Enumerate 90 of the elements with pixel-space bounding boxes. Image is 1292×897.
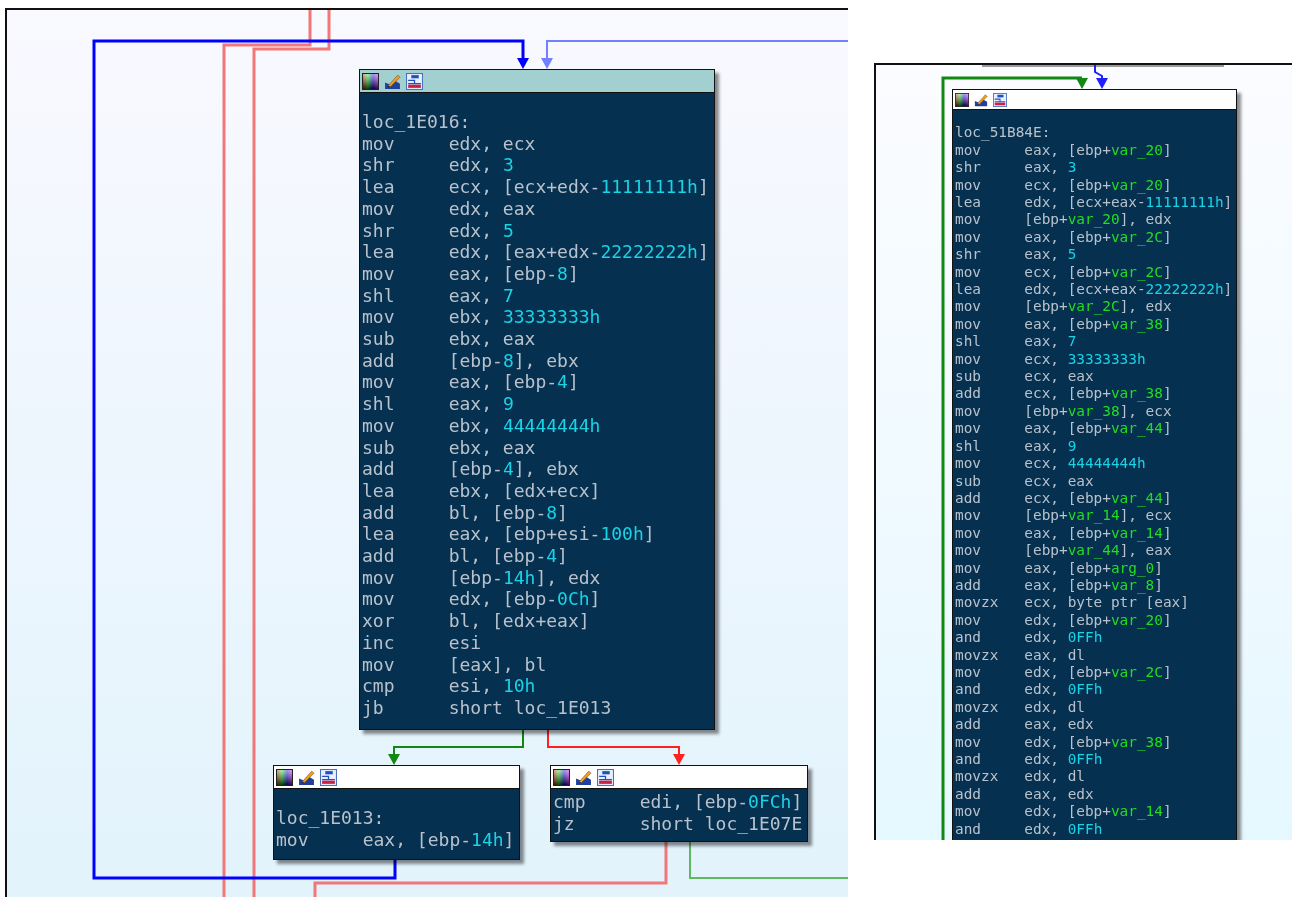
code-line: mov [ebp+var_38], ecx xyxy=(955,402,1172,421)
code-line: xor bl, [edx+eax] xyxy=(362,610,590,632)
code-line: mov ecx, 33333333h xyxy=(955,350,1146,369)
code-line: lea edx, [eax+edx-22222222h] xyxy=(362,241,709,263)
code-line: shl eax, 9 xyxy=(955,437,1077,456)
code-line: add ecx, [ebp+var_38] xyxy=(955,385,1172,403)
code-line: sub ebx, eax xyxy=(362,436,536,459)
code-block[interactable]: cmp edi, [ebp-0FCh] jz short loc_1E07E xyxy=(550,765,808,842)
code-line: mov ecx, [ebp+var_20] xyxy=(955,176,1172,194)
code-line: shl eax, 7 xyxy=(362,284,514,307)
code-line: shr eax, 3 xyxy=(955,159,1077,177)
edge-arrow xyxy=(1094,65,1108,89)
gradient-square-icon[interactable] xyxy=(276,768,293,786)
code-line: mov edx, eax xyxy=(362,197,536,220)
flowchart-icon[interactable] xyxy=(320,768,337,786)
code-line: mov [ebp+var_14], ecx xyxy=(955,507,1172,525)
code-line: lea ecx, [ecx+edx-11111111h] xyxy=(362,176,709,198)
code-line: mov eax, [ebp-8] xyxy=(362,262,579,285)
code-line: shr edx, 5 xyxy=(362,219,514,242)
code-line: shl eax, 9 xyxy=(362,393,514,415)
gradient-square-icon[interactable] xyxy=(362,72,379,90)
pencil-icon[interactable] xyxy=(575,768,592,786)
code-line: jz short loc_1E07E xyxy=(553,812,803,835)
code-line: sub ecx, eax xyxy=(955,368,1094,386)
code-label: loc_51B84E: xyxy=(955,124,1051,142)
code-label: loc_1E013: xyxy=(276,807,385,829)
code-line: add ecx, [ebp+var_44] xyxy=(955,489,1172,508)
code-line: mov edx, [ebp+var_38] xyxy=(955,733,1172,751)
code-line: lea ebx, [edx+ecx] xyxy=(362,479,601,502)
code-line: jb short loc_1E013 xyxy=(362,697,612,719)
code-line: mov edx, [ebp-0Ch] xyxy=(362,588,601,611)
pencil-icon[interactable] xyxy=(298,768,315,786)
code-line: cmp esi, 10h xyxy=(362,675,536,697)
code-line: movzx edx, dl xyxy=(955,698,1085,717)
code-line: and edx, 0FFh xyxy=(955,751,1103,769)
code-line: movzx eax, dl xyxy=(955,646,1085,664)
code-line: movzx ecx, byte ptr [eax] xyxy=(955,594,1189,612)
gradient-square-icon[interactable] xyxy=(553,768,570,786)
code-line: mov eax, [ebp+arg_0] xyxy=(955,559,1163,577)
code-line: mov eax, [ebp+var_20] xyxy=(955,141,1172,160)
code-line: and edx, 0FFh xyxy=(955,681,1103,699)
code-line: mov eax, [ebp+var_38] xyxy=(955,315,1172,334)
code-line: mov [eax], bl xyxy=(362,653,547,676)
code-line: mov [ebp-14h], edx xyxy=(362,566,601,589)
code-line: add bl, [ebp-4] xyxy=(362,545,568,567)
code-line: mov [ebp+var_20], edx xyxy=(955,211,1172,229)
code-block[interactable]: loc_1E013: mov eax, [ebp-14h] xyxy=(273,765,520,860)
code-line: add eax, [ebp+var_8] xyxy=(955,576,1163,595)
code-line: mov eax, [ebp-4] xyxy=(362,371,579,394)
code-line: mov edx, ecx xyxy=(362,132,536,155)
code-line: mov edx, [ebp+var_2C] xyxy=(955,664,1172,682)
code-line: mov eax, [ebp+var_2C] xyxy=(955,228,1172,247)
code-line: mov ebx, 44444444h xyxy=(362,414,601,437)
code-block[interactable] xyxy=(359,69,715,730)
code-line: add [ebp-4], ebx xyxy=(362,458,579,480)
code-line: add eax, edx xyxy=(955,785,1094,804)
code-line: lea edx, [ecx+eax-22222222h] xyxy=(955,281,1233,299)
code-line: shr edx, 3 xyxy=(362,154,514,177)
code-line: shl eax, 7 xyxy=(955,333,1077,351)
code-line: lea edx, [ecx+eax-11111111h] xyxy=(955,194,1233,212)
code-line: movzx edx, dl xyxy=(955,768,1085,786)
code-line: mov [ebp+var_44], eax xyxy=(955,542,1172,560)
code-line: sub ecx, eax xyxy=(955,472,1094,490)
pencil-icon[interactable] xyxy=(384,72,401,90)
code-line: and edx, 0FFh xyxy=(955,820,1103,839)
flowchart-icon[interactable] xyxy=(993,92,1007,107)
code-line: add bl, [ebp-8] xyxy=(362,501,568,524)
flowchart-icon[interactable] xyxy=(406,72,423,90)
code-line: cmp edi, [ebp-0FCh] xyxy=(553,791,803,813)
code-line: mov eax, [ebp-14h] xyxy=(276,828,515,851)
pencil-icon[interactable] xyxy=(974,92,988,107)
code-line: mov edx, [ebp+var_20] xyxy=(955,611,1172,630)
code-line: and edx, 0FFh xyxy=(955,629,1103,647)
gradient-square-icon[interactable] xyxy=(955,92,969,107)
code-line: mov [ebp+var_2C], edx xyxy=(955,298,1172,316)
code-line: add eax, edx xyxy=(955,716,1094,734)
code-line: inc esi xyxy=(362,631,482,654)
code-line: sub ebx, eax xyxy=(362,328,536,350)
code-block[interactable] xyxy=(952,89,1237,840)
code-line: mov eax, [ebp+var_44] xyxy=(955,420,1172,438)
code-line: mov edx, [ebp+var_14] xyxy=(955,803,1172,821)
code-line: mov eax, [ebp+var_14] xyxy=(955,524,1172,543)
code-line: shr eax, 5 xyxy=(955,246,1077,264)
code-line: add [ebp-8], ebx xyxy=(362,349,579,372)
code-line: mov ebx, 33333333h xyxy=(362,306,601,329)
code-line: lea eax, [ebp+esi-100h] xyxy=(362,523,655,546)
code-line: mov ecx, 44444444h xyxy=(955,455,1146,473)
code-line: mov ecx, [ebp+var_2C] xyxy=(955,263,1172,282)
code-label: loc_1E016: xyxy=(362,111,471,133)
flowchart-icon[interactable] xyxy=(597,768,614,786)
